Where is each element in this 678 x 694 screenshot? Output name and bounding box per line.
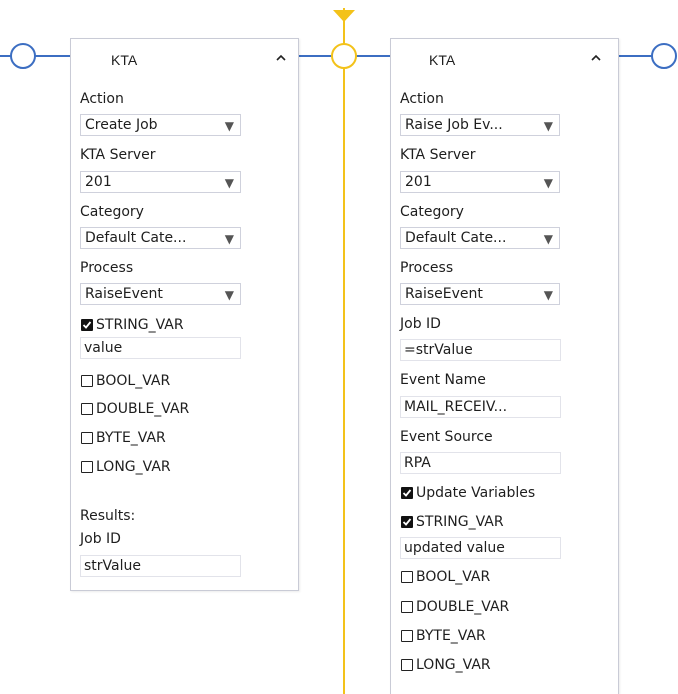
process-select[interactable]: RaiseEvent ▼ — [400, 283, 560, 305]
triangle-down-icon: ▼ — [543, 176, 553, 190]
kta-card-create-job: KTA Action Create Job ▼ KTA Server 201 ▼… — [70, 38, 299, 591]
bool-var-checkbox[interactable]: BOOL_VAR — [81, 373, 170, 389]
chevron-up-icon[interactable] — [275, 52, 287, 64]
connector-node-right[interactable] — [651, 43, 677, 69]
job-id-result-value: strValue — [84, 558, 141, 574]
string-var-input[interactable]: value — [80, 337, 241, 359]
event-name-value: MAIL_RECEIV... — [404, 399, 508, 415]
double-var-checkbox[interactable]: DOUBLE_VAR — [401, 599, 509, 615]
double-var-label: DOUBLE_VAR — [416, 599, 510, 615]
triangle-down-icon: ▼ — [543, 232, 553, 246]
long-var-label: LONG_VAR — [96, 459, 171, 475]
checkbox-checked-icon — [81, 319, 93, 331]
update-variables-checkbox[interactable]: Update Variables — [401, 485, 535, 501]
kta-server-label: KTA Server — [80, 147, 156, 163]
checkbox-unchecked-icon — [81, 375, 93, 387]
checkbox-checked-icon — [401, 516, 413, 528]
triangle-down-icon: ▼ — [224, 176, 234, 190]
action-value: Create Job — [85, 117, 158, 133]
string-var-value: value — [84, 340, 123, 356]
double-var-label: DOUBLE_VAR — [96, 401, 190, 417]
kta-server-select[interactable]: 201 ▼ — [400, 171, 560, 193]
card-header: KTA — [391, 39, 618, 79]
event-source-value: RPA — [404, 455, 431, 471]
checkbox-unchecked-icon — [401, 659, 413, 671]
checkbox-unchecked-icon — [81, 432, 93, 444]
double-var-checkbox[interactable]: DOUBLE_VAR — [81, 401, 189, 417]
long-var-checkbox[interactable]: LONG_VAR — [81, 459, 171, 475]
kta-server-select[interactable]: 201 ▼ — [80, 171, 241, 193]
checkbox-unchecked-icon — [401, 601, 413, 613]
event-source-label: Event Source — [400, 429, 493, 445]
byte-var-checkbox[interactable]: BYTE_VAR — [401, 628, 486, 644]
results-label: Results: — [80, 508, 136, 524]
checkbox-unchecked-icon — [401, 630, 413, 642]
action-label: Action — [80, 91, 124, 107]
job-id-label: Job ID — [400, 316, 441, 332]
kta-server-label: KTA Server — [400, 147, 476, 163]
string-var-input[interactable]: updated value — [400, 537, 561, 559]
long-var-checkbox[interactable]: LONG_VAR — [401, 657, 491, 673]
event-source-input[interactable]: RPA — [400, 452, 561, 474]
category-value: Default Cate... — [405, 230, 507, 246]
action-select[interactable]: Raise Job Ev... ▼ — [400, 114, 560, 136]
process-value: RaiseEvent — [85, 286, 163, 302]
connector-node-middle[interactable] — [331, 43, 357, 69]
process-label: Process — [400, 260, 454, 276]
job-id-input[interactable]: =strValue — [400, 339, 561, 361]
checkbox-unchecked-icon — [401, 571, 413, 583]
category-value: Default Cate... — [85, 230, 187, 246]
bool-var-label: BOOL_VAR — [416, 569, 491, 585]
event-name-input[interactable]: MAIL_RECEIV... — [400, 396, 561, 418]
action-select[interactable]: Create Job ▼ — [80, 114, 241, 136]
card-header: KTA — [71, 39, 298, 79]
long-var-label: LONG_VAR — [416, 657, 491, 673]
category-select[interactable]: Default Cate... ▼ — [80, 227, 241, 249]
job-id-result-input[interactable]: strValue — [80, 555, 241, 577]
flow-line-vertical — [343, 8, 345, 694]
checkbox-checked-icon — [401, 487, 413, 499]
chevron-up-icon[interactable] — [590, 52, 602, 64]
category-label: Category — [80, 204, 144, 220]
kta-server-value: 201 — [405, 174, 432, 190]
category-label: Category — [400, 204, 464, 220]
triangle-down-icon: ▼ — [224, 232, 234, 246]
triangle-down-icon: ▼ — [224, 119, 234, 133]
update-variables-label: Update Variables — [416, 485, 536, 501]
card-title: KTA — [429, 52, 456, 68]
bool-var-label: BOOL_VAR — [96, 373, 171, 389]
process-label: Process — [80, 260, 134, 276]
category-select[interactable]: Default Cate... ▼ — [400, 227, 560, 249]
triangle-down-icon: ▼ — [224, 288, 234, 302]
string-var-checkbox[interactable]: STRING_VAR — [81, 317, 184, 333]
byte-var-checkbox[interactable]: BYTE_VAR — [81, 430, 166, 446]
string-var-checkbox[interactable]: STRING_VAR — [401, 514, 504, 530]
byte-var-label: BYTE_VAR — [96, 430, 166, 446]
kta-card-raise-job-event: KTA Action Raise Job Ev... ▼ KTA Server … — [390, 38, 619, 694]
connector-node-left[interactable] — [10, 43, 36, 69]
event-name-label: Event Name — [400, 372, 486, 388]
string-var-label: STRING_VAR — [416, 514, 504, 530]
checkbox-unchecked-icon — [81, 461, 93, 473]
byte-var-label: BYTE_VAR — [416, 628, 486, 644]
card-title: KTA — [111, 52, 138, 68]
job-id-value: =strValue — [404, 342, 473, 358]
string-var-value: updated value — [404, 540, 505, 556]
process-value: RaiseEvent — [405, 286, 483, 302]
action-value: Raise Job Ev... — [405, 117, 503, 133]
process-select[interactable]: RaiseEvent ▼ — [80, 283, 241, 305]
flow-arrow-icon — [333, 10, 355, 22]
kta-server-value: 201 — [85, 174, 112, 190]
bool-var-checkbox[interactable]: BOOL_VAR — [401, 569, 490, 585]
triangle-down-icon: ▼ — [543, 288, 553, 302]
job-id-label: Job ID — [80, 531, 121, 547]
checkbox-unchecked-icon — [81, 403, 93, 415]
action-label: Action — [400, 91, 444, 107]
string-var-label: STRING_VAR — [96, 317, 184, 333]
triangle-down-icon: ▼ — [543, 119, 553, 133]
